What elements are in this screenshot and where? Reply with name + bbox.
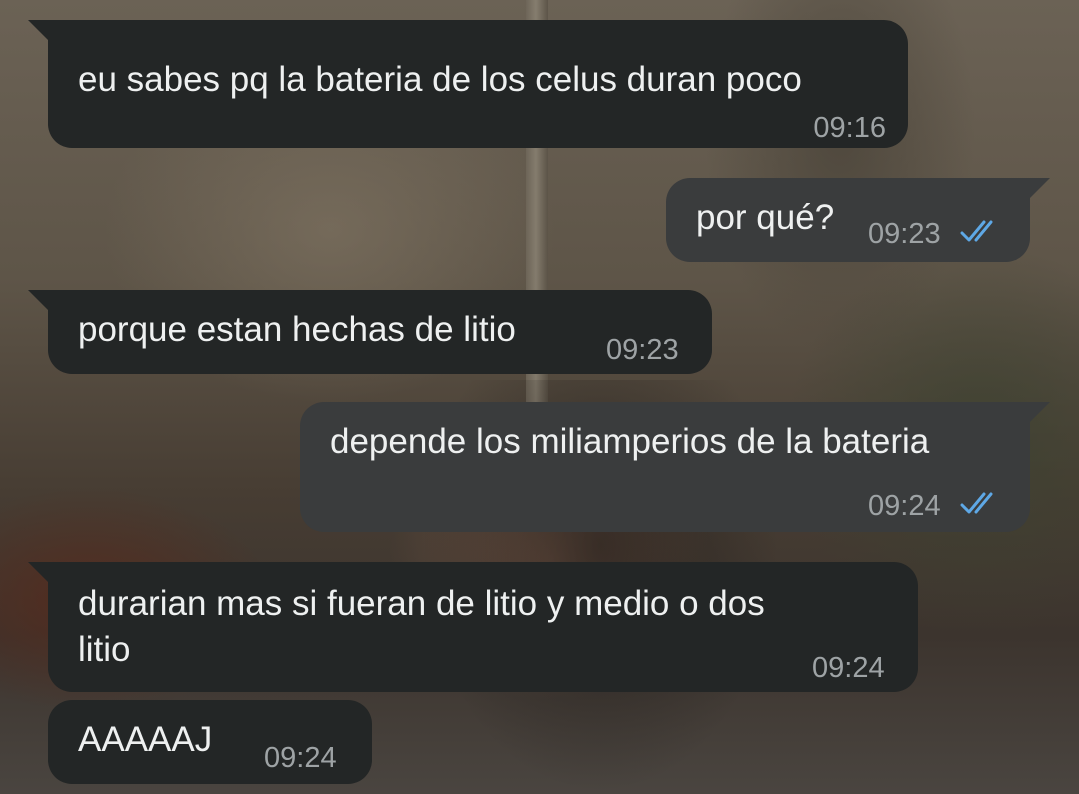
message-bubble-incoming[interactable]: porque estan hechas de litio 09:23 [28,290,712,374]
message-text: por qué? [696,198,835,237]
bubble-tail [28,562,50,584]
double-check-read-icon [960,218,1004,244]
message-bubble-outgoing[interactable]: depende los miliamperios de la bateria 0… [300,402,1050,532]
message-text: depende los miliamperios de la bateria [330,422,930,461]
message-bubble-incoming[interactable]: eu sabes pq la bateria de los celus dura… [28,20,908,148]
message-bubble-incoming[interactable]: durarian mas si fueran de litio y medio … [28,562,918,692]
message-timestamp: 09:24 [812,652,885,684]
message-timestamp: 09:24 [264,742,337,774]
double-check-read-icon [960,490,1004,516]
message-timestamp: 09:24 [868,490,941,522]
message-bubble-incoming[interactable]: AAAAAJ 09:24 [48,700,372,784]
bubble-tail [1028,402,1050,424]
message-text-line: litio [78,630,131,669]
message-text-line: durarian mas si fueran de litio y medio … [78,584,765,623]
bubble-tail [1028,178,1050,200]
message-text: eu sabes pq la bateria de los celus dura… [78,60,802,99]
message-text: porque estan hechas de litio [78,310,516,349]
message-timestamp: 09:23 [868,218,941,250]
message-timestamp: 09:16 [813,112,886,144]
message-timestamp: 09:23 [606,334,679,366]
bubble-tail [28,20,50,42]
bubble-tail [28,290,50,312]
message-bubble-outgoing[interactable]: por qué? 09:23 [666,178,1050,262]
message-text: AAAAAJ [78,720,213,759]
